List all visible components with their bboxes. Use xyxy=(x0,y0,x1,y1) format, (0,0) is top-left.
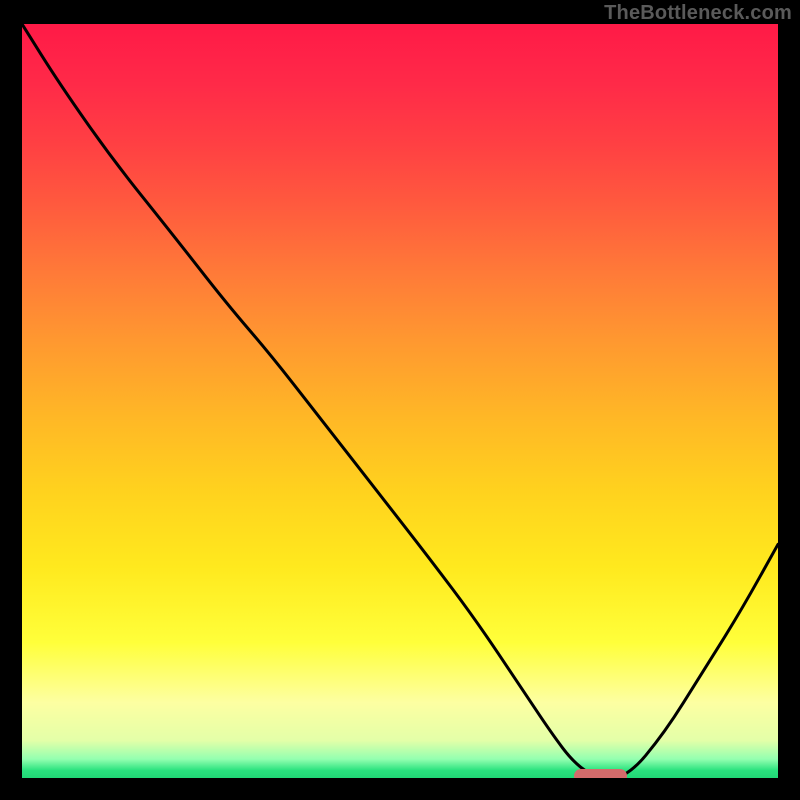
chart-frame: TheBottleneck.com xyxy=(0,0,800,800)
plot-area xyxy=(22,24,778,778)
curve-path xyxy=(22,24,778,778)
watermark-text: TheBottleneck.com xyxy=(604,2,792,25)
optimal-marker xyxy=(574,769,627,778)
bottleneck-curve xyxy=(22,24,778,778)
